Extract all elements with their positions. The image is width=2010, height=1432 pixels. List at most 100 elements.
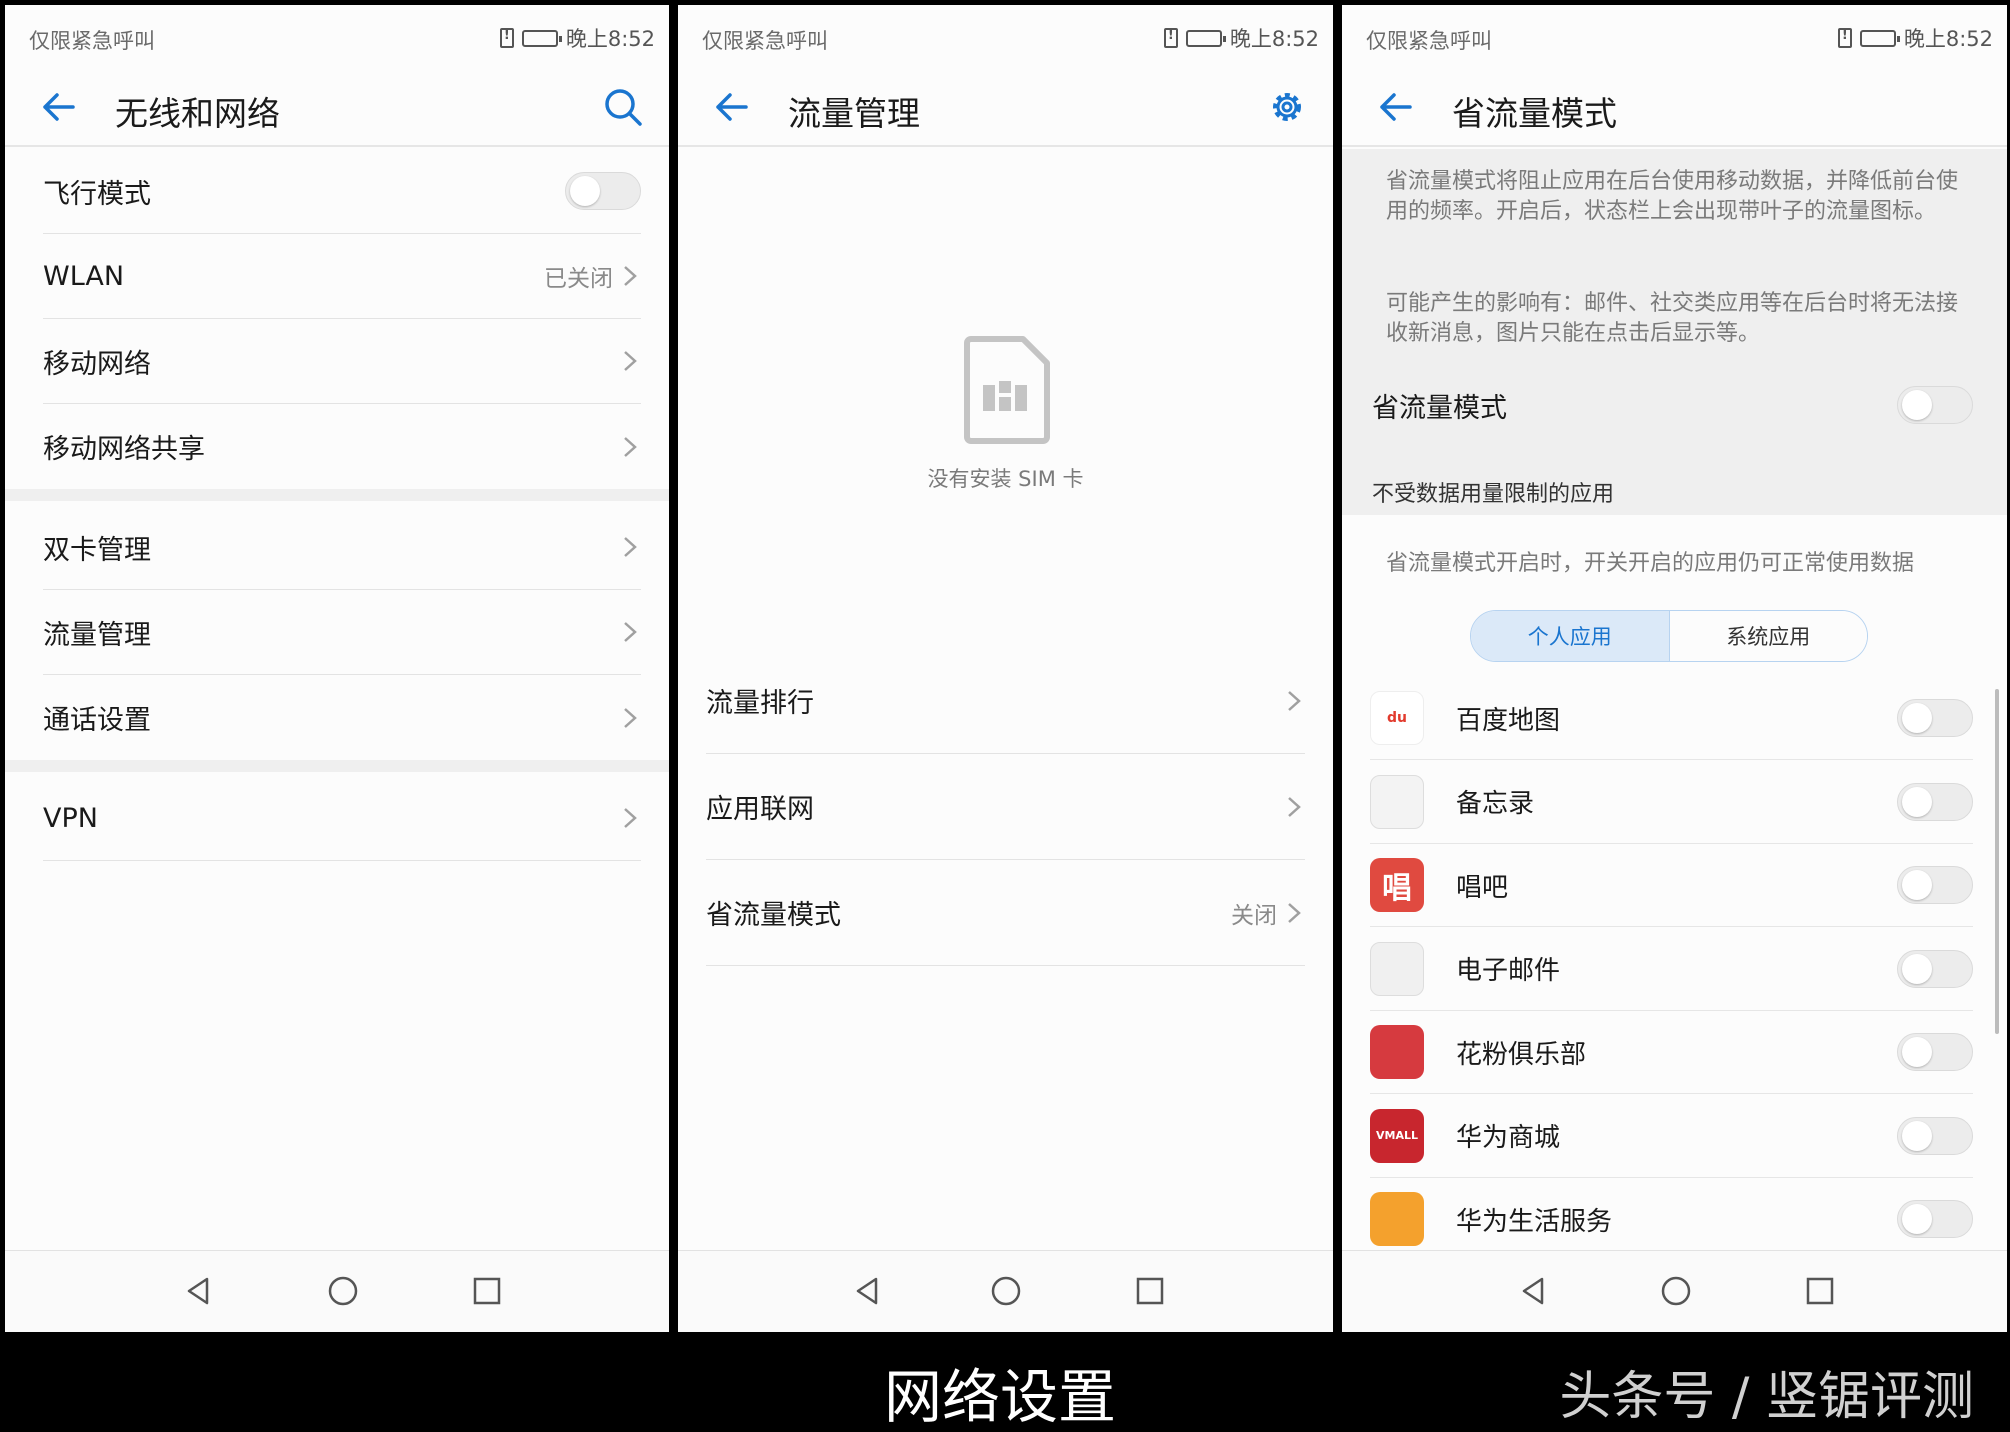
- clock-text: 晚上8:52: [1903, 27, 1993, 51]
- back-arrow-icon[interactable]: [1372, 83, 1420, 131]
- email-icon: [1370, 941, 1424, 996]
- nav-home-icon[interactable]: [988, 1273, 1024, 1309]
- status-bar: 仅限紧急呼叫 晚上8:52: [5, 5, 669, 67]
- call-settings-row[interactable]: 通话设置: [43, 675, 641, 760]
- group-divider: [5, 760, 669, 772]
- app-data-toggle[interactable]: [1897, 699, 1973, 737]
- carrier-text: 仅限紧急呼叫: [702, 29, 828, 53]
- huafen-icon: [1370, 1025, 1424, 1079]
- search-icon[interactable]: [599, 83, 647, 131]
- app-row[interactable]: 花粉俱乐部: [1370, 1011, 1973, 1094]
- mobile-network-row[interactable]: 移动网络: [43, 319, 641, 404]
- nav-bar: [678, 1250, 1333, 1332]
- nav-recents-icon[interactable]: [1802, 1273, 1838, 1309]
- chevron-right-icon: [624, 808, 637, 828]
- data-usage-row[interactable]: 流量管理: [43, 590, 641, 675]
- airplane-mode-toggle[interactable]: [565, 172, 641, 210]
- app-data-toggle[interactable]: [1897, 949, 1973, 988]
- changba-icon: 唱: [1370, 858, 1424, 912]
- tab-system-apps[interactable]: 系统应用: [1669, 611, 1867, 661]
- dual-sim-row[interactable]: 双卡管理: [43, 505, 641, 590]
- app-row[interactable]: 华为生活服务: [1370, 1178, 1973, 1261]
- app-data-toggle[interactable]: [1897, 1200, 1973, 1238]
- nav-recents-icon[interactable]: [1132, 1273, 1168, 1309]
- clock-text: 晚上8:52: [565, 27, 655, 51]
- nav-back-icon[interactable]: [1516, 1273, 1552, 1309]
- life-service-icon: [1370, 1192, 1424, 1246]
- carrier-text: 仅限紧急呼叫: [29, 29, 155, 53]
- wlan-row[interactable]: WLAN 已关闭: [43, 234, 641, 319]
- gear-icon[interactable]: [1263, 83, 1311, 131]
- app-row[interactable]: 唱 唱吧: [1370, 844, 1973, 927]
- chevron-right-icon: [624, 436, 637, 457]
- app-row[interactable]: 备忘录: [1370, 761, 1973, 844]
- page-title: 省流量模式: [1452, 94, 1617, 133]
- app-name: 备忘录: [1456, 789, 1535, 819]
- nav-bar: [1342, 1250, 2007, 1332]
- nav-home-icon[interactable]: [1658, 1273, 1694, 1309]
- app-data-toggle[interactable]: [1897, 1116, 1973, 1155]
- battery-icon: [521, 29, 562, 47]
- nav-back-icon[interactable]: [850, 1273, 886, 1309]
- app-data-toggle[interactable]: [1897, 782, 1973, 821]
- caption-title: 网络设置: [884, 1363, 1117, 1431]
- impact-text: 可能产生的影响有：邮件、社交类应用等在后台时将无法接收新消息，图片只能在点击后显…: [1386, 291, 1959, 346]
- page-title: 无线和网络: [115, 94, 280, 133]
- back-arrow-icon[interactable]: [708, 83, 756, 131]
- wlan-status: 已关闭: [544, 266, 613, 292]
- app-data-toggle[interactable]: [1897, 866, 1973, 904]
- data-saver-toggle-row[interactable]: 省流量模式: [1372, 365, 1973, 445]
- no-sim-icon: [1163, 28, 1178, 48]
- status-bar: 仅限紧急呼叫 晚上8:52: [1342, 5, 2007, 67]
- chevron-right-icon: [1288, 796, 1301, 817]
- nav-home-icon[interactable]: [325, 1273, 361, 1309]
- data-ranking-row[interactable]: 流量排行: [706, 648, 1305, 754]
- baidu-map-icon: du: [1370, 691, 1424, 745]
- chevron-right-icon: [624, 351, 637, 371]
- app-row[interactable]: VMALL 华为商城: [1370, 1095, 1973, 1178]
- app-data-toggle[interactable]: [1897, 1033, 1973, 1071]
- chevron-right-icon: [624, 266, 637, 286]
- chevron-right-icon: [1288, 690, 1301, 711]
- app-row[interactable]: du 百度地图: [1370, 677, 1973, 760]
- phone-data-saver: 仅限紧急呼叫 晚上8:52 省流量模式 省流量模式将阻止应用在后台使用移动数据，…: [1342, 5, 2007, 1332]
- app-name: 花粉俱乐部: [1456, 1039, 1587, 1070]
- tab-personal-apps[interactable]: 个人应用: [1471, 611, 1670, 661]
- app-networking-row[interactable]: 应用联网: [706, 754, 1305, 860]
- data-saver-status: 关闭: [1231, 902, 1277, 929]
- back-arrow-icon[interactable]: [35, 83, 83, 131]
- status-bar: 仅限紧急呼叫 晚上8:52: [678, 5, 1333, 67]
- memo-icon: [1370, 774, 1424, 829]
- screenshot-collage: 仅限紧急呼叫 晚上8:52 无线和网络 飞行模式 WLAN 已关闭 移动网络: [0, 0, 2010, 1432]
- no-sim-text: 没有安装 SIM 卡: [927, 467, 1084, 491]
- sim-card-icon: [963, 336, 1050, 444]
- app-row[interactable]: 电子邮件: [1370, 928, 1973, 1011]
- group-divider: [5, 489, 669, 501]
- tethering-row[interactable]: 移动网络共享: [43, 404, 641, 489]
- page-title: 流量管理: [788, 94, 920, 133]
- hint-text: 省流量模式开启时，开关开启的应用仍可正常使用数据: [1386, 551, 1915, 576]
- watermark-text: 头条号 / 竖锯评测: [1559, 1367, 1974, 1427]
- vpn-row[interactable]: VPN: [43, 776, 641, 861]
- no-sim-icon: [1837, 28, 1852, 48]
- clock-text: 晚上8:52: [1229, 27, 1319, 51]
- app-name: 华为生活服务: [1456, 1206, 1613, 1237]
- scrollbar[interactable]: [1995, 689, 1999, 1034]
- app-bar: 无线和网络: [5, 67, 669, 147]
- no-sim-placeholder: 没有安装 SIM 卡: [678, 335, 1333, 493]
- chevron-right-icon: [624, 707, 637, 728]
- section-title: 不受数据用量限制的应用: [1372, 482, 1615, 507]
- app-name: 华为商城: [1456, 1123, 1561, 1153]
- data-saver-header: 省流量模式将阻止应用在后台使用移动数据，并降低前台使用的频率。开启后，状态栏上会…: [1342, 149, 2007, 515]
- airplane-mode-row[interactable]: 飞行模式: [43, 149, 641, 234]
- description-text: 省流量模式将阻止应用在后台使用移动数据，并降低前台使用的频率。开启后，状态栏上会…: [1386, 169, 1959, 224]
- app-name: 百度地图: [1456, 705, 1561, 736]
- nav-recents-icon[interactable]: [469, 1273, 505, 1309]
- nav-back-icon[interactable]: [181, 1273, 217, 1309]
- data-saver-row[interactable]: 省流量模式 关闭: [706, 860, 1305, 966]
- nav-bar: [5, 1250, 669, 1332]
- app-type-tabs: 个人应用 系统应用: [1470, 610, 1868, 662]
- no-sim-icon: [499, 28, 514, 48]
- data-saver-toggle[interactable]: [1897, 386, 1973, 424]
- chevron-right-icon: [1288, 902, 1301, 923]
